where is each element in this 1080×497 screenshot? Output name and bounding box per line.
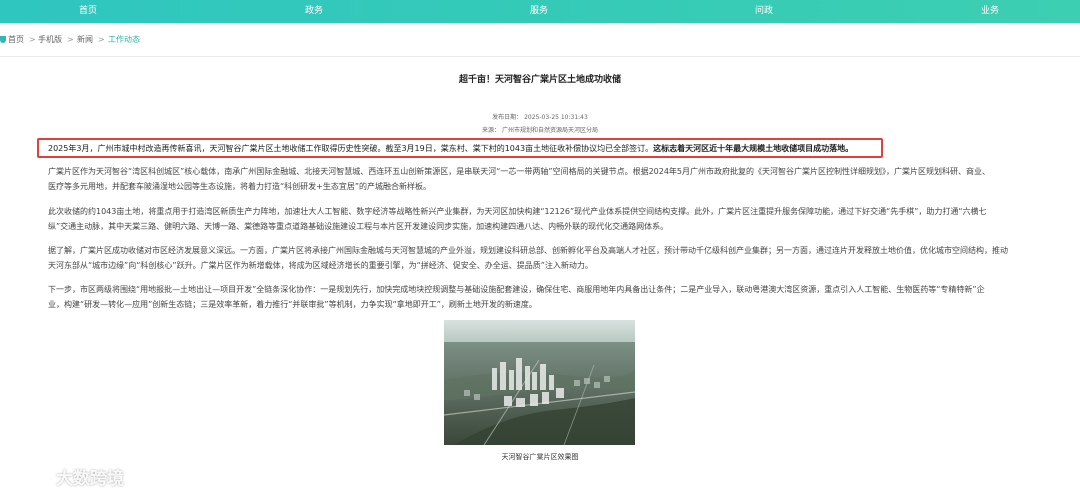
paragraph-line: 此次收储的约1043亩土地，将重点用于打造湾区新质生产力阵地，加速壮大人工智能、…: [48, 207, 987, 216]
article-paragraph: 广棠片区作为天河智谷“湾区科创城区”核心载体，南承广州国际金融城、北接天河智慧城…: [48, 164, 1048, 194]
breadcrumb-home[interactable]: 首页: [8, 30, 24, 50]
figure-caption: 天河智谷广棠片区效果图: [501, 453, 579, 461]
nav-item-business[interactable]: 业务: [960, 0, 1020, 23]
breadcrumb-separator: >: [67, 35, 74, 44]
breadcrumb-work-news[interactable]: 工作动态: [108, 30, 140, 50]
watermark-logo-icon: [10, 468, 47, 486]
paragraph-line: 纵”交通主动脉，其中天棠三路、健明六路、天博一路、棠德路等重点道路基础设施建设工…: [48, 222, 669, 231]
watermark-text: 大数跨境: [56, 469, 124, 489]
paragraph-line: 下一步，市区两级将围绕“用地报批—土地出让—项目开发”全链条深化协作：一是规划先…: [48, 285, 985, 294]
lead-emphasis: 这标志着天河区近十年最大规模土地收储项目成功落地。: [653, 144, 854, 153]
article-paragraph: 下一步，市区两级将围绕“用地报批—土地出让—项目开发”全链条深化协作：一是规划先…: [48, 282, 1048, 312]
breadcrumb-news[interactable]: 新闻: [77, 30, 93, 50]
article-title: 超千亩！天河智谷广棠片区土地成功收储: [458, 75, 621, 85]
article-figure-image: [444, 320, 635, 445]
header-divider: [0, 56, 1080, 57]
paragraph-line: 医疗等多元用地，并配套车陂涌湿地公园等生态设施，将着力打造“科创研发+生态宜居”…: [48, 182, 431, 191]
breadcrumb-separator: >: [29, 35, 36, 44]
aerial-city-rendering: [444, 320, 635, 445]
breadcrumb-separator: >: [98, 35, 105, 44]
paragraph-line: 广棠片区作为天河智谷“湾区科创城区”核心载体，南承广州国际金融城、北接天河智慧城…: [48, 167, 991, 176]
article-source: 来源： 广州市规划和自然资源局天河区分局: [482, 127, 598, 134]
article-paragraph: 据了解，广棠片区成功收储对市区经济发展意义深远。一方面，广棠片区将承接广州国际金…: [48, 243, 1048, 273]
nav-item-services[interactable]: 服务: [509, 0, 569, 23]
paragraph-line: 据了解，广棠片区成功收储对市区经济发展意义深远。一方面，广棠片区将承接广州国际金…: [48, 246, 1008, 255]
location-pin-icon: [0, 36, 6, 43]
article-paragraph-lead: 2025年3月，广州市城中村改造再传新喜讯，天河智谷广棠片区土地收储工作取得历史…: [48, 141, 1048, 156]
paragraph-line: 业，构建“研发—转化—应用”创新生态链；三是效率革新，着力推行“并联审批”等机制…: [48, 300, 537, 309]
nav-item-home[interactable]: 首页: [58, 0, 118, 23]
nav-item-inquiry[interactable]: 问政: [734, 0, 794, 23]
paragraph-line: 天河东部从“城市边缘”向“科创核心”跃升。广棠片区作为新增载体，将成为区域经济增…: [48, 261, 593, 270]
breadcrumb-mobile[interactable]: 手机版: [38, 30, 62, 50]
article-paragraph: 此次收储的约1043亩土地，将重点用于打造湾区新质生产力阵地，加速壮大人工智能、…: [48, 204, 1048, 234]
lead-text: 2025年3月，广州市城中村改造再传新喜讯，天河智谷广棠片区土地收储工作取得历史…: [48, 144, 654, 153]
nav-item-government-affairs[interactable]: 政务: [284, 0, 344, 23]
top-nav-bar: 首页 政务 服务 问政 业务: [0, 0, 1080, 23]
publish-date: 发布日期： 2025-03-25 10:31:43: [492, 114, 588, 121]
